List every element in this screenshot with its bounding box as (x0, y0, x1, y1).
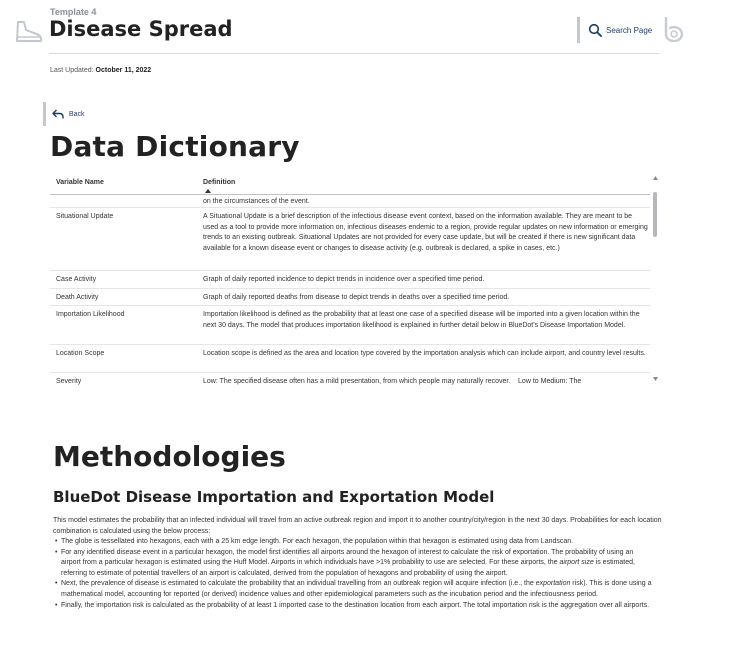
search-page-button[interactable]: Search Page (577, 17, 652, 43)
emphasis-text: exportation (535, 580, 571, 588)
back-arrow-icon (52, 109, 64, 119)
last-updated: Last Updated: October 11, 2022 (50, 67, 151, 74)
list-item: The globe is tessellated into hexagons, … (53, 537, 653, 548)
table-cell-variable: Severity (56, 378, 82, 385)
table-row: Location Scope Location scope is defined… (50, 345, 650, 373)
table-cell-variable: Importation Likelihood (56, 311, 125, 318)
search-label: Search Page (606, 25, 653, 35)
header-divider (49, 53, 659, 54)
table-cell-definition: on the circumstances of the event. (203, 198, 310, 205)
table-cell-variable: Situational Update (56, 213, 114, 220)
table-cell-definition: Importation likelihood is defined as the… (203, 311, 640, 329)
table-row-partial: on the circumstances of the event. (50, 195, 650, 208)
step-text: The globe is tessellated into hexagons, … (61, 538, 574, 545)
bluedot-logo-icon (664, 16, 684, 42)
page-header: Template 4 Disease Spread Search Page (0, 0, 744, 56)
column-header-definition[interactable]: Definition (203, 179, 235, 186)
table-cell-definition: Graph of daily reported deaths from dise… (203, 294, 510, 301)
template-label: Template 4 (50, 7, 97, 17)
emphasis-text: airport size (559, 559, 594, 567)
shoe-icon (16, 21, 42, 42)
table-cell-definition: Graph of daily reported incidence to dep… (203, 276, 485, 283)
table-row: Situational Update A Situational Update … (50, 208, 650, 271)
step-text: For any identified disease event in a pa… (61, 548, 634, 567)
table-cell-definition: A Situational Update is a brief descript… (203, 213, 648, 252)
data-dictionary-table[interactable]: Variable Name Definition on the circumst… (50, 172, 660, 387)
list-item: For any identified disease event in a pa… (53, 548, 653, 580)
list-item: Finally, the importation risk is calcula… (53, 601, 653, 612)
column-header-variable-name[interactable]: Variable Name (56, 179, 104, 186)
last-updated-label: Last Updated: (50, 67, 94, 74)
page-title: Disease Spread (49, 17, 233, 41)
list-item: Next, the prevalence of disease is estim… (53, 579, 653, 600)
table-row: Severity Low: The specified disease ofte… (50, 373, 650, 387)
table-cell-variable: Case Activity (56, 276, 97, 283)
table-cell-definition: Location scope is defined as the area an… (203, 350, 646, 357)
last-updated-date: October 11, 2022 (95, 67, 152, 74)
step-text: Finally, the importation risk is calcula… (61, 601, 650, 609)
table-row: Importation Likelihood Importation likel… (50, 306, 650, 345)
table-row: Death Activity Graph of daily reported d… (50, 289, 650, 306)
scroll-up-arrow-icon[interactable] (653, 176, 658, 180)
table-cell-definition: Low: The specified disease often has a m… (203, 378, 582, 385)
table-row: Case Activity Graph of daily reported in… (50, 271, 650, 289)
model-intro: This model estimates the probability tha… (53, 517, 662, 535)
scrollbar-thumb[interactable] (653, 192, 657, 237)
back-button[interactable]: Back (43, 102, 85, 126)
table-cell-variable: Location Scope (56, 350, 105, 357)
search-icon (588, 23, 602, 37)
methodologies-heading: Methodologies (53, 440, 286, 473)
data-dictionary-heading: Data Dictionary (50, 130, 300, 163)
methodology-steps: The globe is tessellated into hexagons, … (53, 537, 653, 611)
sort-ascending-icon[interactable] (205, 189, 211, 193)
scroll-down-arrow-icon[interactable] (653, 377, 658, 381)
step-text: Next, the prevalence of disease is estim… (61, 580, 536, 588)
table-cell-variable: Death Activity (56, 294, 99, 301)
model-heading: BlueDot Disease Importation and Exportat… (53, 488, 495, 506)
back-label: Back (69, 110, 85, 118)
